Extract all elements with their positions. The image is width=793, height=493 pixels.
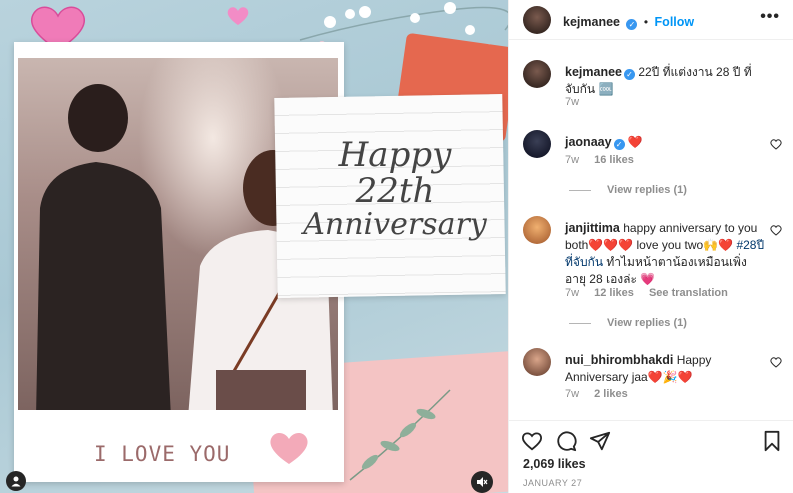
anniversary-line-1: Happy [338, 135, 452, 175]
anniversary-title: Happy 22th Anniversary [300, 135, 490, 243]
avatar[interactable] [523, 130, 551, 158]
verified-icon: ✓ [613, 139, 625, 150]
heart-icon[interactable] [770, 224, 782, 236]
caption-meta: 7w [565, 96, 591, 108]
small-heart-decoration-icon [227, 7, 249, 25]
verified-icon: ✓ [623, 69, 635, 80]
comment-text: ❤️ [627, 135, 643, 149]
likes-count[interactable]: 12 likes [594, 287, 634, 299]
anniversary-line-3: Anniversary [303, 207, 487, 243]
avatar[interactable] [523, 348, 551, 376]
i-love-you-text: I LOVE YOU [94, 442, 231, 466]
comments-list: kejmanee ✓ 22ปี ที่แต่งงาน 28 ปี ที่จับกั… [509, 40, 793, 420]
header-user: kejmanee ✓ • Follow [563, 13, 694, 31]
timestamp: 7w [565, 154, 580, 166]
see-translation-link[interactable]: See translation [649, 287, 728, 299]
timestamp: 7w [565, 96, 580, 108]
pink-heart-icon [270, 433, 308, 464]
post-header: kejmanee ✓ • Follow ••• [509, 0, 793, 40]
likes-count[interactable]: 16 likes [594, 154, 634, 166]
post-actions [509, 420, 793, 456]
replies-divider [569, 189, 591, 191]
comment-meta: 7w 2 likes [565, 388, 640, 400]
heart-icon[interactable] [770, 356, 782, 368]
view-replies-label: View replies (1) [607, 184, 687, 196]
username-link[interactable]: janjittima [565, 221, 620, 235]
timestamp: 7w [565, 287, 580, 299]
comment-body: nui_bhirombhakdi Happy Anniversary jaa❤️… [565, 352, 765, 386]
username-link[interactable]: nui_bhirombhakdi [565, 353, 673, 367]
bookmark-icon[interactable] [761, 430, 783, 452]
anniversary-line-2: 22th [355, 170, 435, 211]
heart-icon[interactable] [770, 138, 782, 150]
avatar[interactable] [523, 6, 551, 34]
post-side-panel: kejmanee ✓ • Follow ••• kejmanee ✓ 22ปี ท… [508, 0, 793, 493]
comment-meta: 7w 12 likes See translation [565, 287, 740, 299]
post-media[interactable]: Happy 22th Anniversary I LOVE YOU [0, 0, 508, 493]
username-link[interactable]: kejmanee [563, 15, 620, 29]
tagged-users-button[interactable] [6, 471, 26, 491]
view-replies-button[interactable]: View replies (1) [569, 317, 687, 329]
comment-meta: 7w 16 likes [565, 154, 646, 166]
separator-dot: • [643, 15, 649, 29]
likes-count[interactable]: 2 likes [594, 388, 628, 400]
caption-body: kejmanee ✓ 22ปี ที่แต่งงาน 28 ปี ที่จับกั… [565, 64, 765, 98]
comment-icon[interactable] [555, 430, 577, 452]
username-link[interactable]: jaonaay [565, 135, 612, 149]
verified-icon: ✓ [626, 19, 638, 30]
comment-body: jaonaay ✓ ❤️ [565, 134, 765, 151]
avatar[interactable] [523, 60, 551, 88]
comment-body: janjittima happy anniversary to you both… [565, 220, 765, 288]
share-icon[interactable] [589, 430, 611, 452]
avatar[interactable] [523, 216, 551, 244]
username-link[interactable]: kejmanee [565, 65, 622, 79]
view-replies-label: View replies (1) [607, 317, 687, 329]
heart-icon[interactable] [521, 430, 543, 452]
leaf-branch-decoration [349, 389, 451, 481]
timestamp: 7w [565, 388, 580, 400]
mute-icon [477, 477, 488, 487]
user-icon [11, 476, 21, 487]
view-replies-button[interactable]: View replies (1) [569, 184, 687, 196]
more-icon[interactable]: ••• [760, 8, 780, 26]
mute-button[interactable] [471, 471, 493, 493]
man-figure [36, 84, 171, 410]
post-date[interactable]: January 27 [523, 478, 582, 488]
post-likes-count[interactable]: 2,069 likes [523, 457, 586, 471]
follow-button[interactable]: Follow [655, 15, 695, 29]
replies-divider [569, 322, 591, 324]
